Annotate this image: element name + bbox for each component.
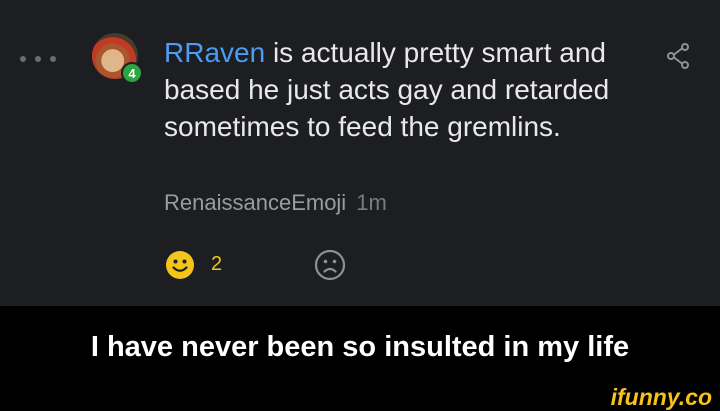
dot: [20, 56, 26, 62]
dot: [35, 56, 41, 62]
smile-count: 2: [211, 253, 223, 275]
share-icon[interactable]: [666, 43, 690, 69]
comment-panel: 4 RRaven is actually pretty smart and ba…: [0, 0, 720, 306]
author-name[interactable]: RenaissanceEmoji: [164, 190, 346, 215]
comment-text: RRaven is actually pretty smart and base…: [164, 34, 624, 145]
more-dots-icon[interactable]: [20, 56, 56, 62]
meme-caption: I have never been so insulted in my life: [90, 330, 630, 363]
dot: [50, 56, 56, 62]
smile-icon[interactable]: [165, 250, 195, 280]
level-badge: 4: [121, 62, 143, 84]
sad-face-icon[interactable]: [314, 249, 346, 281]
ifunny-watermark: ifunny.co: [610, 384, 712, 410]
comment-time: 1m: [356, 190, 387, 215]
mention-link[interactable]: RRaven: [164, 37, 265, 68]
author-line: RenaissanceEmoji 1m: [164, 190, 387, 216]
